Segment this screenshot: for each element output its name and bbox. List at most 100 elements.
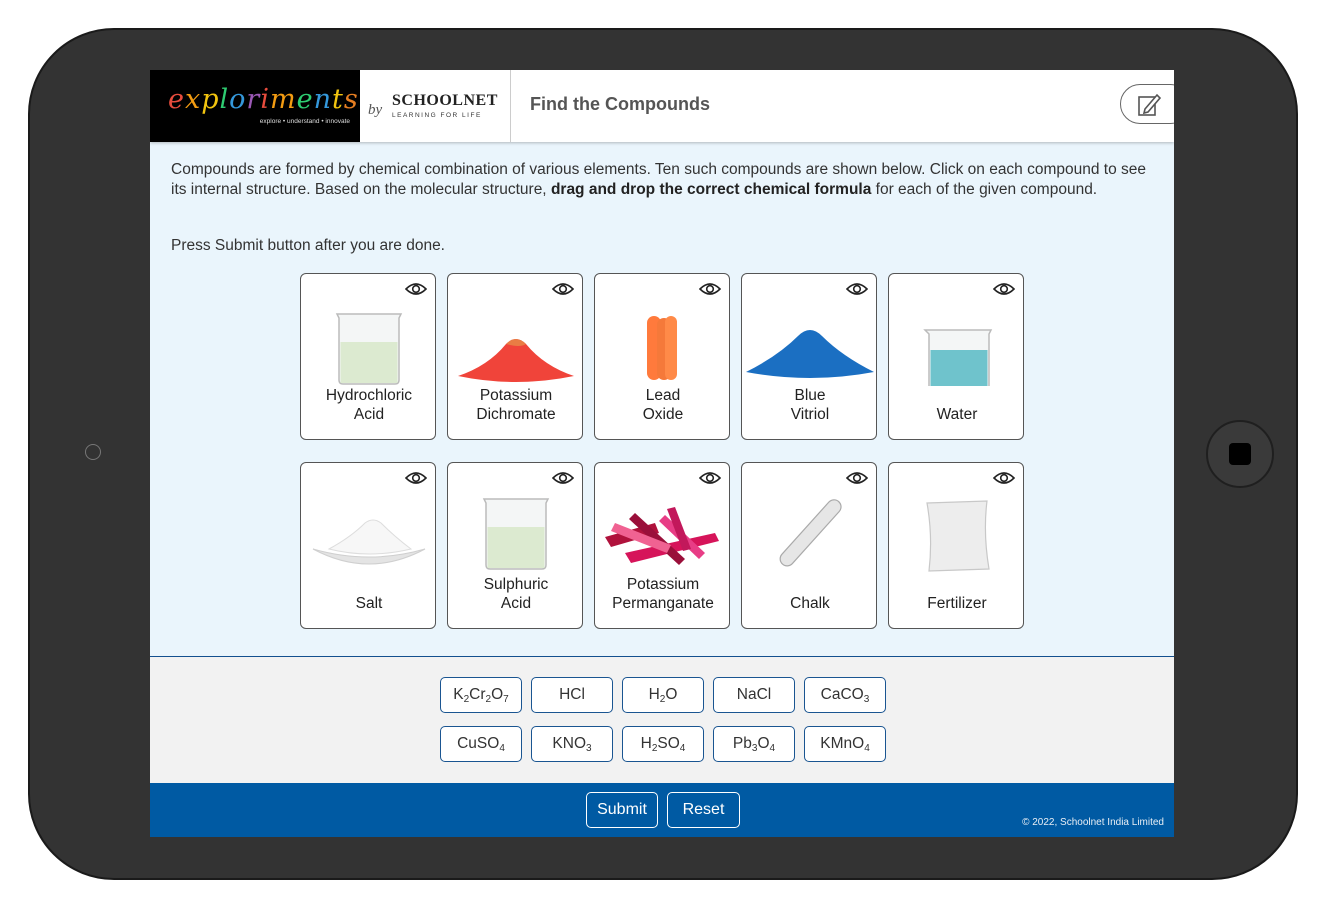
formula-text: KNO	[552, 735, 587, 752]
formula-chip-cuso4[interactable]: CuSO4	[440, 726, 522, 762]
powder-pile-image	[746, 330, 874, 378]
chalk-image	[779, 499, 842, 567]
formula-text: O	[757, 735, 770, 752]
formula-text: Cr	[469, 686, 486, 703]
footer-bar: Submit Reset © 2022, Schoolnet India Lim…	[150, 783, 1174, 837]
formula-text: KMnO	[820, 735, 865, 752]
eye-icon[interactable]	[405, 471, 427, 485]
formula-text: H	[648, 686, 660, 703]
instructions-text: Compounds are formed by chemical combina…	[171, 160, 1151, 199]
formula-subscript: 3	[586, 743, 592, 754]
content-area: Compounds are formed by chemical combina…	[150, 142, 1174, 656]
formula-text: CaCO	[820, 686, 864, 703]
formula-chip-nacl[interactable]: NaCl	[713, 677, 795, 713]
by-text: by	[368, 102, 383, 118]
compound-card-potassium-permanganate[interactable]: Potassium Permanganate	[594, 462, 730, 629]
compound-card-salt[interactable]: Salt	[300, 462, 436, 629]
eye-icon[interactable]	[846, 471, 868, 485]
formula-subscript: 4	[679, 743, 686, 754]
beaker-image	[482, 498, 550, 570]
formula-text: SO	[657, 735, 680, 752]
notes-button[interactable]	[1120, 84, 1174, 124]
formula-text: CuSO	[457, 735, 500, 752]
compound-card-fertilizer[interactable]: Fertilizer	[888, 462, 1024, 629]
compound-name: Salt	[355, 595, 383, 612]
lead-oxide-image	[647, 316, 677, 380]
formula-text: HCl	[559, 686, 585, 703]
compound-name: Potassium	[626, 576, 700, 593]
formula-chip-kno3[interactable]: KNO3	[531, 726, 613, 762]
formula-text: O	[491, 686, 504, 703]
explorimenta-logo: exploriments explore • understand • inno…	[150, 70, 360, 142]
header-divider	[510, 70, 511, 142]
page-title: Find the Compounds	[530, 94, 710, 114]
submit-instruction: Press Submit button after you are done.	[171, 237, 445, 254]
home-button-icon	[1229, 443, 1251, 465]
eye-icon[interactable]	[993, 282, 1015, 296]
compound-card-blue-vitriol[interactable]: Blue Vitriol	[741, 273, 877, 440]
formula-text: NaCl	[736, 686, 772, 703]
submit-button[interactable]: Submit	[586, 792, 658, 828]
front-camera	[85, 444, 101, 460]
eye-icon[interactable]	[699, 282, 721, 296]
formula-text: Pb	[732, 735, 752, 752]
compound-name: Lead	[645, 387, 681, 404]
crystals-image	[605, 507, 719, 565]
eye-icon[interactable]	[993, 471, 1015, 485]
eye-icon[interactable]	[552, 282, 574, 296]
app-screen: exploriments explore • understand • inno…	[150, 70, 1174, 837]
formula-chip-k2cr2o7[interactable]: K2Cr2O7	[440, 677, 522, 713]
formula-chip-h2so4[interactable]: H2SO4	[622, 726, 704, 762]
reset-button[interactable]: Reset	[667, 792, 740, 828]
compound-name-line2: Permanganate	[612, 595, 714, 612]
salt-bowl-image	[312, 519, 426, 565]
eye-icon[interactable]	[405, 282, 427, 296]
formula-text: K	[453, 686, 464, 703]
compound-name: Blue	[794, 387, 826, 404]
compound-name-line2: Vitriol	[790, 406, 830, 423]
formula-subscript: 4	[864, 743, 870, 754]
compound-card-hydrochloric-acid[interactable]: Hydrochloric Acid	[300, 273, 436, 440]
formula-chip-caco3[interactable]: CaCO3	[804, 677, 886, 713]
compound-card-water[interactable]: Water	[888, 273, 1024, 440]
powder-pile-image	[458, 339, 574, 382]
compound-name: Potassium	[479, 387, 553, 404]
compound-card-lead-oxide[interactable]: Lead Oxide	[594, 273, 730, 440]
app-header: exploriments explore • understand • inno…	[150, 70, 1174, 142]
home-button[interactable]	[1206, 420, 1274, 488]
formula-subscript: 3	[863, 694, 870, 705]
compound-card-sulphuric-acid[interactable]: Sulphuric Acid	[447, 462, 583, 629]
compound-name-line2: Acid	[500, 595, 532, 612]
formula-text: O	[665, 686, 678, 703]
compound-name: Chalk	[790, 595, 830, 612]
instructions-part2: for each of the given compound.	[871, 180, 1098, 198]
edit-note-icon	[1138, 93, 1162, 116]
schoolnet-logo-tagline: LEARNING FOR LIFE	[392, 112, 482, 119]
beaker-image	[335, 313, 403, 385]
compound-name: Water	[936, 406, 978, 423]
formula-subscript: 7	[503, 694, 509, 705]
eye-icon[interactable]	[699, 471, 721, 485]
compound-card-potassium-dichromate[interactable]: Potassium Dichromate	[447, 273, 583, 440]
compound-name: Sulphuric	[483, 576, 549, 593]
beaker-image	[923, 329, 993, 386]
formula-chip-hcl[interactable]: HCl	[531, 677, 613, 713]
formula-subscript: 4	[769, 743, 776, 754]
formula-subscript: 4	[499, 743, 505, 754]
compound-name: Hydrochloric	[325, 387, 413, 404]
formula-chip-pb3o4[interactable]: Pb3O4	[713, 726, 795, 762]
formula-bank: K2Cr2O7 HCl H2O NaCl CaCO3 CuSO4 KNO3 H2…	[150, 656, 1174, 784]
formula-text: H	[640, 735, 652, 752]
logo-wordmark: exploriments	[168, 84, 359, 115]
sack-image	[926, 500, 990, 572]
formula-chip-kmno4[interactable]: KMnO4	[804, 726, 886, 762]
instructions-bold: drag and drop the correct chemical formu…	[550, 180, 872, 198]
schoolnet-logo-name: SCHOOLNET	[392, 92, 498, 109]
compound-name-line2: Acid	[353, 406, 385, 423]
eye-icon[interactable]	[846, 282, 868, 296]
compound-name-line2: Oxide	[642, 406, 684, 423]
compound-name: Fertilizer	[927, 595, 987, 612]
eye-icon[interactable]	[552, 471, 574, 485]
formula-chip-h2o[interactable]: H2O	[622, 677, 704, 713]
compound-card-chalk[interactable]: Chalk	[741, 462, 877, 629]
